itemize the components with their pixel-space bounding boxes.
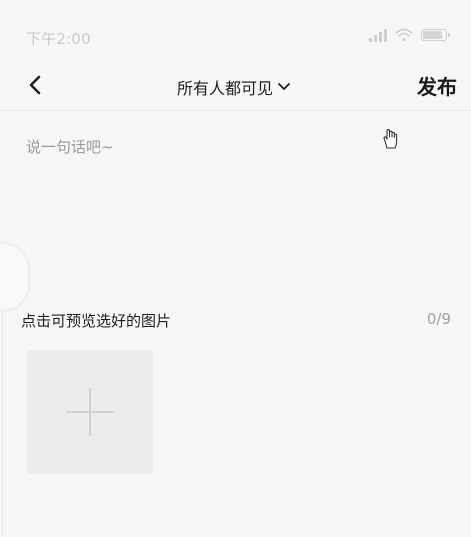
publish-button[interactable]: 发布: [417, 71, 457, 100]
wifi-icon: [395, 28, 413, 42]
chevron-down-icon: [278, 83, 290, 90]
add-photo-button[interactable]: [27, 350, 153, 474]
hand-cursor-icon: [383, 129, 398, 149]
chevron-left-icon: [29, 75, 41, 95]
nav-bar: 所有人都可见 发布: [0, 62, 471, 111]
visibility-selector[interactable]: 所有人都可见: [177, 76, 291, 98]
visibility-label: 所有人都可见: [177, 79, 274, 98]
status-time: 下午2:00: [26, 30, 91, 48]
battery-icon: [421, 29, 450, 41]
post-text-input[interactable]: [26, 136, 446, 276]
edge-divider: [2, 310, 3, 537]
back-button[interactable]: [22, 72, 48, 98]
status-icons: [369, 28, 450, 42]
status-bar: 下午2:00: [0, 0, 471, 62]
photo-count: 0/9: [426, 310, 451, 328]
side-drawer-handle[interactable]: [0, 244, 28, 310]
photo-preview-hint: 点击可预览选好的图片: [21, 312, 172, 330]
battery-level: [423, 31, 442, 39]
signal-icon: [369, 28, 387, 42]
post-composer-screen: 下午2:00 所有人都可见 发布 说一句话吧~ 点击可预览选好的图片 0/9: [0, 0, 471, 537]
